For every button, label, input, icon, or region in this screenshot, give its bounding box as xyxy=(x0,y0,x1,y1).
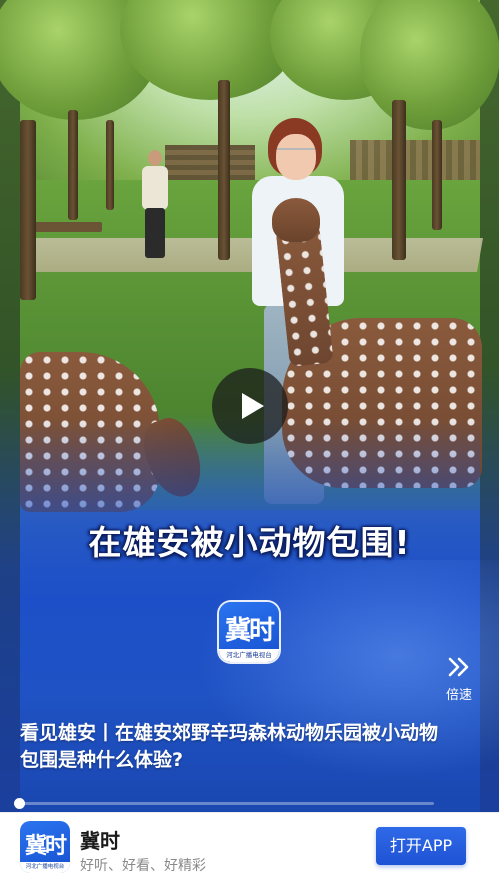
person-walking xyxy=(140,150,170,260)
tree-trunk xyxy=(106,120,114,210)
play-button[interactable] xyxy=(212,368,288,444)
screen: 在雄安被小动物包围! 冀时 河北广播电视台 倍速 看见雄安丨在雄安郊野辛玛森林动… xyxy=(0,0,499,883)
bench xyxy=(32,222,102,232)
play-icon xyxy=(242,393,264,419)
channel-logo: 冀时 河北广播电视台 xyxy=(219,602,279,662)
app-name: 冀时 xyxy=(80,829,120,853)
logo-text: 冀时 xyxy=(224,616,275,646)
video-player[interactable]: 在雄安被小动物包围! 冀时 河北广播电视台 倍速 看见雄安丨在雄安郊野辛玛森林动… xyxy=(0,0,499,812)
video-letterbox-left xyxy=(0,0,20,812)
logo-subtext: 河北广播电视台 xyxy=(219,649,279,662)
playback-speed-label: 倍速 xyxy=(445,688,472,703)
progress-bar[interactable] xyxy=(19,802,434,805)
open-app-button[interactable]: 打开APP xyxy=(376,827,466,865)
tree-trunk xyxy=(68,110,78,220)
tree-trunk xyxy=(392,100,406,260)
app-icon: 冀时 河北广播电视台 xyxy=(20,821,70,873)
playback-speed-button[interactable]: 倍速 xyxy=(436,656,482,703)
tree-trunk xyxy=(218,80,230,260)
video-headline: 在雄安被小动物包围! xyxy=(88,523,411,562)
video-caption: 看见雄安丨在雄安郊野辛玛森林动物乐园被小动物包围是种什么体验? xyxy=(20,722,439,771)
tree-trunk xyxy=(20,120,36,300)
app-download-bar: 冀时 河北广播电视台 冀时 好听、好看、好精彩 打开APP xyxy=(0,812,499,883)
tree-trunk xyxy=(432,120,442,230)
app-tagline: 好听、好看、好精彩 xyxy=(80,858,206,874)
app-icon-subtext: 河北广播电视台 xyxy=(20,862,70,873)
progress-handle[interactable] xyxy=(14,798,25,809)
app-icon-text: 冀时 xyxy=(24,833,67,859)
double-chevron-right-icon xyxy=(448,657,469,677)
deer-right-head xyxy=(272,198,320,242)
